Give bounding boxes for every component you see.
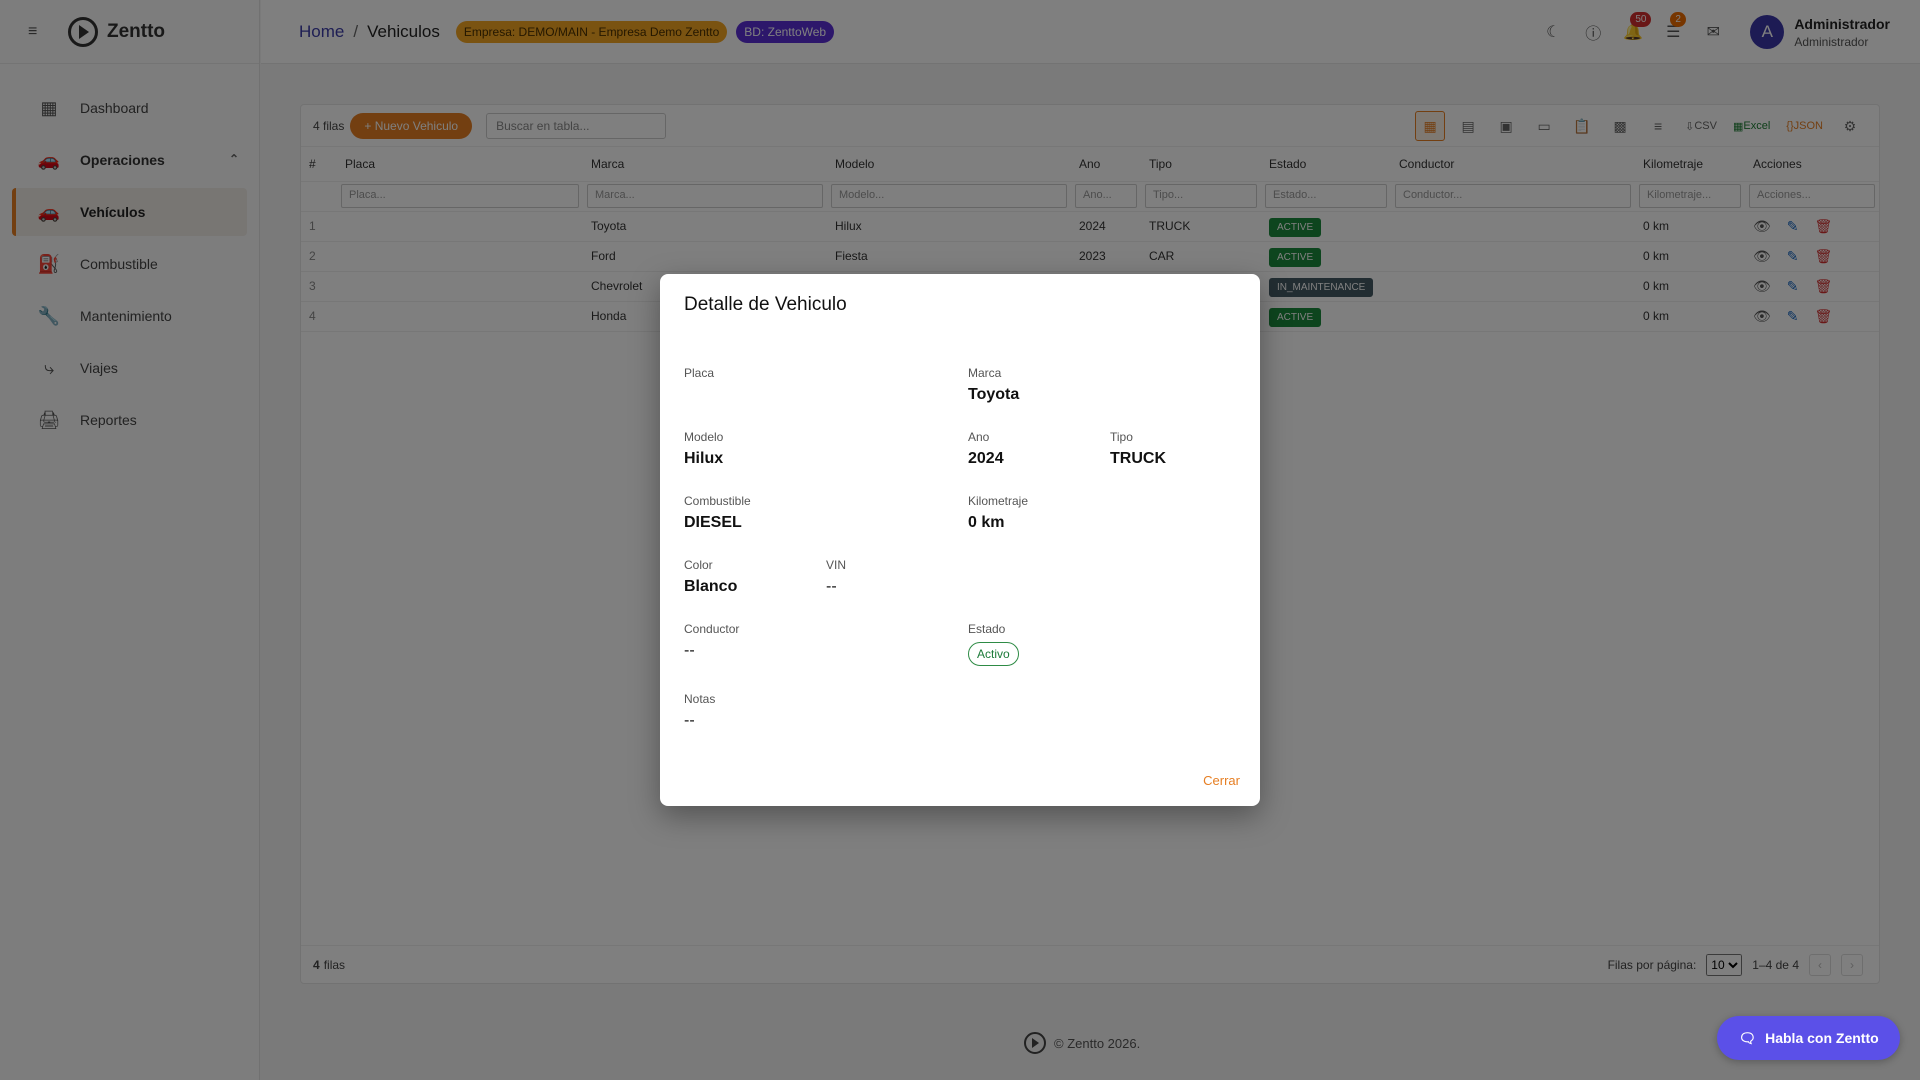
field-label: Kilometraje (968, 494, 1029, 508)
vehicle-detail-dialog: Detalle de Vehiculo Placa Marca Toyota M… (660, 274, 1260, 806)
field-label: Estado (968, 622, 1006, 636)
chat-bubble-icon: 🗨 (1738, 1029, 1757, 1046)
field-value: Blanco (684, 578, 738, 595)
field-value: 2024 (968, 450, 1004, 467)
field-label: Ano (968, 430, 990, 444)
field-notas: Notas -- (684, 692, 715, 730)
field-marca: Marca Toyota (968, 366, 1019, 404)
close-button[interactable]: Cerrar (1203, 773, 1240, 788)
field-label: Placa (684, 366, 715, 380)
field-vin: VIN -- (826, 558, 846, 596)
field-label: Conductor (684, 622, 740, 636)
field-tipo: Tipo TRUCK (1110, 430, 1166, 468)
field-modelo: Modelo Hilux (684, 430, 723, 468)
field-label: Marca (968, 366, 1002, 380)
field-combustible: Combustible DIESEL (684, 494, 751, 532)
field-label: Tipo (1110, 430, 1133, 444)
field-color: Color Blanco (684, 558, 737, 596)
chat-with-zentto-button[interactable]: 🗨 Habla con Zentto (1717, 1016, 1900, 1060)
field-label: Notas (684, 692, 716, 706)
field-ano: Ano 2024 (968, 430, 1004, 468)
field-label: VIN (826, 558, 847, 572)
field-value: -- (684, 642, 695, 659)
field-value: Hilux (684, 450, 724, 467)
field-conductor: Conductor -- (684, 622, 739, 660)
field-label: Modelo (684, 430, 724, 444)
chat-button-label: Habla con Zentto (1765, 1030, 1879, 1046)
status-badge: Activo (968, 642, 1019, 666)
field-kilometraje: Kilometraje 0 km (968, 494, 1028, 532)
field-value: TRUCK (1110, 450, 1166, 467)
field-value: 0 km (968, 514, 1005, 531)
dialog-title: Detalle de Vehiculo (684, 294, 847, 315)
field-value: Toyota (968, 386, 1020, 403)
field-value: -- (826, 578, 837, 595)
field-label: Combustible (684, 494, 751, 508)
field-label: Color (684, 558, 713, 572)
field-value: -- (684, 712, 695, 729)
field-placa: Placa (684, 366, 714, 386)
field-value: DIESEL (684, 514, 742, 531)
field-estado: Estado Activo (968, 622, 1019, 666)
